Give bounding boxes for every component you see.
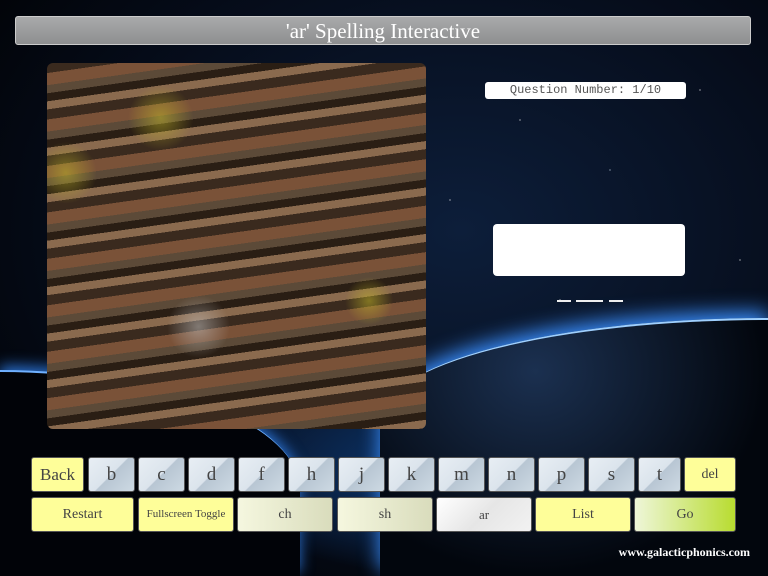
page-title: 'ar' Spelling Interactive (15, 16, 751, 45)
key-d[interactable]: d (188, 457, 235, 492)
key-s[interactable]: s (588, 457, 635, 492)
question-image-bark (47, 63, 426, 429)
footer-link[interactable]: www.galacticphonics.com (619, 545, 750, 560)
delete-button[interactable]: del (684, 457, 736, 492)
key-t[interactable]: t (638, 457, 681, 492)
key-b[interactable]: b (88, 457, 135, 492)
letter-slot-1 (557, 300, 571, 302)
back-button[interactable]: Back (31, 457, 84, 492)
key-c[interactable]: c (138, 457, 185, 492)
question-number: Question Number: 1/10 (485, 82, 686, 99)
answer-box (493, 224, 685, 276)
key-n[interactable]: n (488, 457, 535, 492)
key-h[interactable]: h (288, 457, 335, 492)
key-f[interactable]: f (238, 457, 285, 492)
key-p[interactable]: p (538, 457, 585, 492)
key-j[interactable]: j (338, 457, 385, 492)
fullscreen-toggle-button[interactable]: Fullscreen Toggle (138, 497, 234, 532)
key-m[interactable]: m (438, 457, 485, 492)
key-ch[interactable]: ch (237, 497, 333, 532)
key-k[interactable]: k (388, 457, 435, 492)
go-button[interactable]: Go (634, 497, 736, 532)
key-sh[interactable]: sh (337, 497, 433, 532)
list-button[interactable]: List (535, 497, 631, 532)
letter-slot-2 (576, 300, 603, 302)
key-ar[interactable]: ar (436, 497, 532, 532)
letter-slot-3 (609, 300, 623, 302)
restart-button[interactable]: Restart (31, 497, 134, 532)
